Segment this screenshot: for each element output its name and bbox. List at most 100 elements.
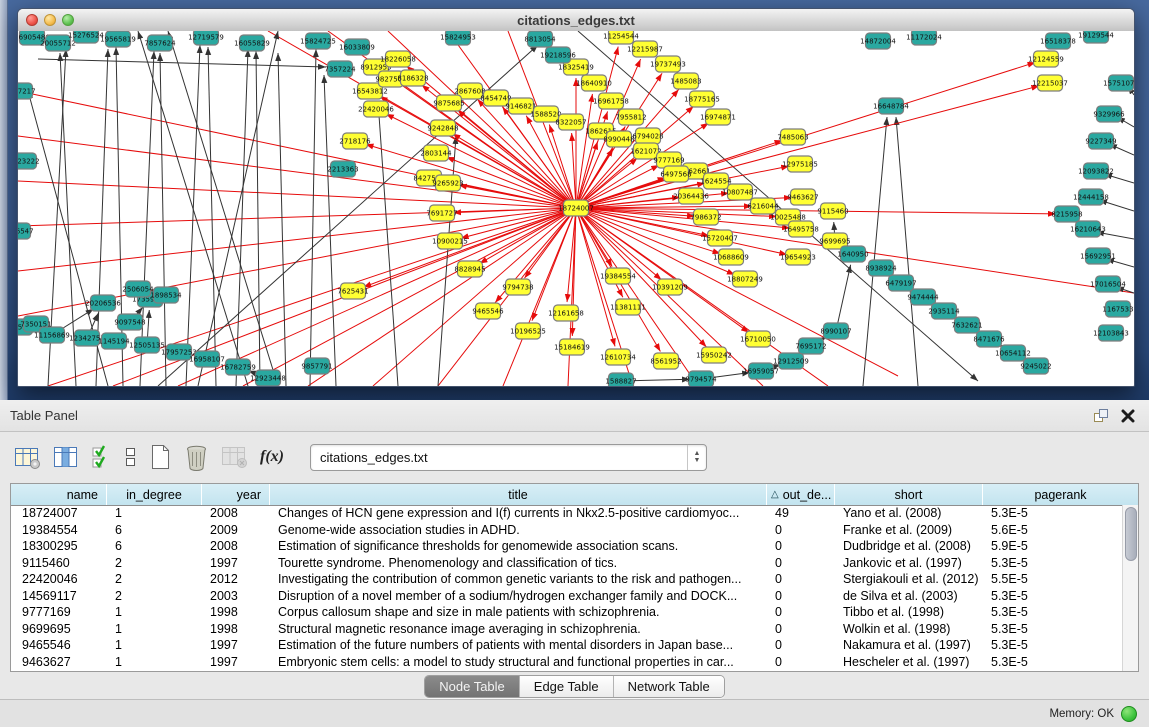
network-node[interactable]: 19129544: [1078, 31, 1114, 43]
network-node[interactable]: 15276524: [68, 31, 104, 43]
column-header-title[interactable]: title: [270, 484, 767, 505]
network-node[interactable]: 7857624: [144, 35, 176, 51]
network-edge[interactable]: [138, 31, 248, 386]
network-node[interactable]: 11381111: [610, 299, 646, 315]
network-node[interactable]: 9794738: [502, 279, 533, 295]
network-node[interactable]: 12912509: [773, 353, 809, 369]
network-node[interactable]: 8938924: [865, 260, 897, 276]
network-node[interactable]: 11156869: [34, 327, 70, 343]
network-node[interactable]: 14872004: [860, 33, 896, 49]
network-node[interactable]: 12161658: [548, 305, 584, 321]
network-node[interactable]: 10688609: [713, 249, 749, 265]
network-node[interactable]: 9794574: [685, 371, 717, 386]
network-node[interactable]: 19565819: [100, 31, 136, 47]
table-select-dropdown[interactable]: citations_edges.txt ▲▼: [310, 444, 707, 471]
network-node[interactable]: 1167533: [1102, 301, 1133, 317]
network-edge[interactable]: [446, 157, 576, 208]
table-row[interactable]: 1872400712008Changes of HCN gene express…: [11, 505, 1123, 522]
delete-table-icon[interactable]: [184, 444, 209, 471]
network-node[interactable]: 1640950: [837, 246, 868, 262]
network-node[interactable]: 7691727: [426, 205, 457, 221]
table-row[interactable]: 2242004622012Investigating the contribut…: [11, 571, 1123, 588]
network-node[interactable]: 7986372: [690, 209, 721, 225]
network-node[interactable]: 8471676: [973, 331, 1005, 347]
network-node[interactable]: 10391209: [652, 279, 688, 295]
network-node[interactable]: 2803144: [420, 145, 452, 161]
network-edge[interactable]: [18, 136, 576, 208]
zoom-window-icon[interactable]: [62, 14, 74, 26]
network-node[interactable]: 16033809: [339, 39, 375, 55]
network-node[interactable]: 22420046: [358, 101, 394, 117]
network-node[interactable]: 7357224: [324, 61, 356, 77]
table-scrollbar[interactable]: [1122, 505, 1138, 671]
network-node[interactable]: 6479197: [885, 275, 916, 291]
network-edge[interactable]: [18, 181, 576, 208]
network-node[interactable]: 10196525: [510, 323, 546, 339]
minimize-window-icon[interactable]: [44, 14, 56, 26]
network-node[interactable]: 1917217: [18, 83, 36, 99]
table-row[interactable]: 946362711997Embryonic stem cells: a mode…: [11, 654, 1123, 671]
network-node[interactable]: 8561952: [650, 353, 681, 369]
tab-edge-table[interactable]: Edge Table: [520, 676, 614, 697]
network-edge[interactable]: [896, 117, 918, 386]
select-columns-icon[interactable]: [91, 445, 112, 469]
network-node[interactable]: 11172024: [906, 31, 942, 45]
network-node[interactable]: 9097548: [114, 314, 145, 330]
network-node[interactable]: 15751074: [1103, 75, 1134, 91]
network-node[interactable]: 12610734: [600, 349, 636, 365]
close-window-icon[interactable]: [26, 14, 38, 26]
table-row[interactable]: 1938455462009Genome-wide association stu…: [11, 522, 1123, 539]
network-node[interactable]: 10807487: [722, 184, 758, 200]
network-node[interactable]: 8322057: [555, 114, 586, 130]
network-node[interactable]: 7625431: [337, 283, 368, 299]
network-node[interactable]: 12975185: [782, 156, 818, 172]
network-node[interactable]: 12093822: [1078, 163, 1114, 179]
network-edge[interactable]: [160, 53, 166, 386]
window-titlebar[interactable]: citations_edges.txt: [18, 9, 1134, 32]
network-edge[interactable]: [278, 53, 286, 386]
network-node[interactable]: 15692951: [1080, 248, 1116, 264]
column-header-year[interactable]: year: [202, 484, 270, 505]
network-node[interactable]: 16210643: [1070, 221, 1106, 237]
close-panel-icon[interactable]: [1121, 409, 1135, 423]
tab-node-table[interactable]: Node Table: [425, 676, 520, 697]
table-row[interactable]: 1830029562008Estimation of significance …: [11, 538, 1123, 555]
network-node[interactable]: 2506054: [122, 281, 154, 297]
network-node[interactable]: 16518378: [1040, 33, 1076, 49]
network-node[interactable]: 9329966: [1093, 106, 1125, 122]
float-panel-icon[interactable]: [1093, 408, 1109, 423]
network-node[interactable]: 7485063: [777, 129, 808, 145]
network-edge[interactable]: [310, 49, 316, 386]
network-node[interactable]: 9875685: [433, 95, 464, 111]
control-panel-divider[interactable]: [0, 0, 8, 400]
network-node[interactable]: 19384554: [600, 268, 636, 284]
row-height-icon[interactable]: [124, 445, 137, 469]
table-settings-icon[interactable]: [14, 445, 41, 470]
network-node[interactable]: 6497568: [660, 166, 691, 182]
scrollbar-thumb[interactable]: [1125, 507, 1137, 561]
network-node[interactable]: 12923448: [250, 370, 286, 386]
table-row[interactable]: 1456911722003Disruption of a novel membe…: [11, 588, 1123, 605]
network-edge[interactable]: [452, 134, 576, 208]
table-row[interactable]: 946554611997Estimation of the future num…: [11, 637, 1123, 654]
network-node[interactable]: 16495758: [783, 221, 819, 237]
network-node[interactable]: 8828945: [454, 261, 485, 277]
new-document-icon[interactable]: [149, 444, 172, 471]
network-node[interactable]: 16974871: [700, 109, 736, 125]
network-node[interactable]: 15950242: [696, 347, 732, 363]
network-node[interactable]: 1145194: [98, 333, 130, 349]
column-header-in-degree[interactable]: in_degree: [107, 484, 202, 505]
network-node[interactable]: 2718176: [339, 133, 371, 149]
network-canvas[interactable]: 1872400789129551822605816543812982750881…: [18, 31, 1134, 386]
network-node[interactable]: 8186328: [397, 70, 428, 86]
network-edge[interactable]: [38, 59, 326, 67]
network-node[interactable]: 7955812: [615, 109, 646, 125]
column-header-out-degree[interactable]: △out_de...: [767, 484, 835, 505]
network-edge[interactable]: [366, 144, 576, 208]
network-node[interactable]: 12103843: [1093, 325, 1129, 341]
network-edge[interactable]: [576, 94, 592, 208]
network-view-window[interactable]: citations_edges.txt 18724007891295518226…: [17, 8, 1135, 387]
network-node[interactable]: 12124559: [1028, 51, 1064, 67]
network-node[interactable]: 1588827: [605, 373, 636, 386]
network-node[interactable]: 9227349: [1085, 133, 1116, 149]
